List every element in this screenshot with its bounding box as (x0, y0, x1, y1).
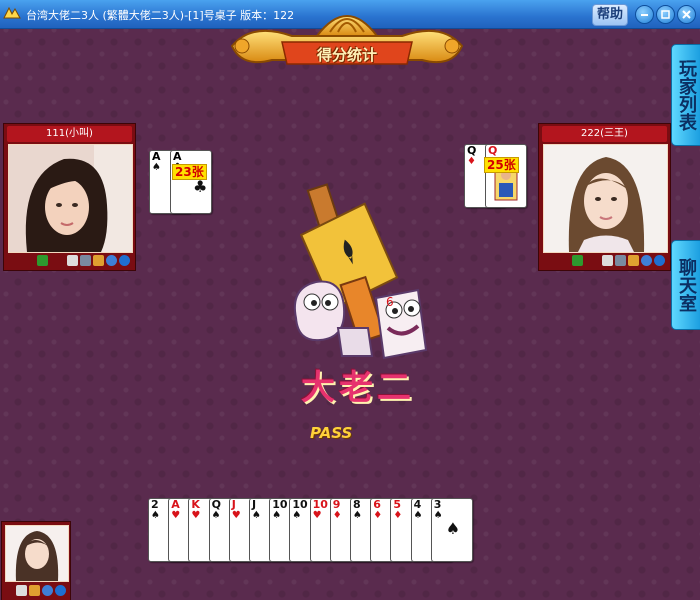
card-suit: ♥ (191, 510, 201, 521)
more-icon[interactable] (654, 255, 665, 266)
maximize-icon (661, 10, 670, 19)
card-suit: ♦ (393, 510, 403, 521)
tab-player-list[interactable]: 玩家列表 (671, 44, 700, 146)
hammer-cards-logo-icon: 6 (294, 183, 428, 360)
copy-icon[interactable] (67, 255, 78, 266)
tool-icon[interactable] (93, 255, 104, 266)
card-suit: ♦ (332, 510, 342, 521)
minimize-icon (641, 14, 648, 16)
score-statistics-label: 得分统计 (316, 46, 377, 64)
card-suit: ♠ (151, 510, 160, 521)
card-suit: ♥ (231, 510, 241, 521)
camera-icon[interactable] (16, 585, 27, 596)
player-name: 222(三王) (542, 126, 667, 142)
card-suit: ♠ (152, 162, 161, 173)
card-count-badge-left: 23张 (172, 164, 207, 180)
player-toolbar (7, 253, 132, 268)
close-icon (682, 10, 691, 19)
card-suit: ♠ (433, 510, 443, 521)
card-suit: ♠ (413, 510, 423, 521)
tool-icon[interactable] (628, 255, 639, 266)
player-name: 111(小叫) (7, 126, 132, 142)
score-banner[interactable]: 得分统计 (222, 2, 472, 74)
copy-icon[interactable] (602, 255, 613, 266)
card-suit: ♦ (467, 156, 476, 167)
svg-text:6: 6 (386, 295, 394, 309)
card-suit: ♥ (312, 510, 322, 521)
card-suit: ♠ (353, 510, 362, 521)
more-icon[interactable] (55, 585, 66, 596)
player-avatar[interactable] (8, 144, 133, 253)
more-icon[interactable] (119, 255, 130, 266)
tab-chat-room[interactable]: 聊天室 (671, 240, 700, 330)
camera-icon[interactable] (80, 255, 91, 266)
app-icon (3, 6, 21, 19)
rose-icon[interactable] (37, 255, 48, 266)
rose-icon[interactable] (572, 255, 583, 266)
camera-icon[interactable] (615, 255, 626, 266)
card-center-suit: ♠ (445, 519, 461, 538)
card-suit: ♦ (373, 510, 383, 521)
maximize-button[interactable] (656, 5, 675, 24)
user-info-icon[interactable] (106, 255, 117, 266)
played-card-left-2: A ♣ ♣ (170, 150, 212, 214)
self-player-panel (1, 521, 71, 600)
card-count-badge-right: 25张 (484, 157, 519, 173)
player-avatar[interactable] (543, 144, 668, 253)
user-info-icon[interactable] (641, 255, 652, 266)
pass-status-label: PASS (310, 424, 353, 442)
played-card-right-2: Q ♦ (485, 144, 527, 208)
player-panel-left: 111(小叫) (3, 123, 136, 271)
card-suit: ♥ (171, 510, 181, 521)
card-suit: ♠ (292, 510, 302, 521)
player-panel-right: 222(三王) (538, 123, 671, 271)
game-window: 台湾大佬二3人 (繁體大佬二3人)-[1]号桌子 版本：122 帮助 得分统计 … (0, 0, 700, 600)
minimize-button[interactable] (635, 5, 654, 24)
user-info-icon[interactable] (42, 585, 53, 596)
tool-icon[interactable] (29, 585, 40, 596)
card-suit: ♠ (211, 510, 221, 521)
game-title-text: 大老二 (301, 368, 415, 408)
player-toolbar (542, 253, 667, 268)
close-button[interactable] (677, 5, 696, 24)
hand-card[interactable]: 3 ♠ ♠ (430, 498, 473, 562)
card-suit: ♠ (252, 510, 261, 521)
help-button[interactable]: 帮助 (592, 4, 628, 26)
game-logo: 6 大老二 (268, 178, 448, 408)
card-center-suit: ♣ (193, 177, 208, 196)
self-avatar[interactable] (5, 525, 69, 582)
card-suit: ♠ (272, 510, 282, 521)
